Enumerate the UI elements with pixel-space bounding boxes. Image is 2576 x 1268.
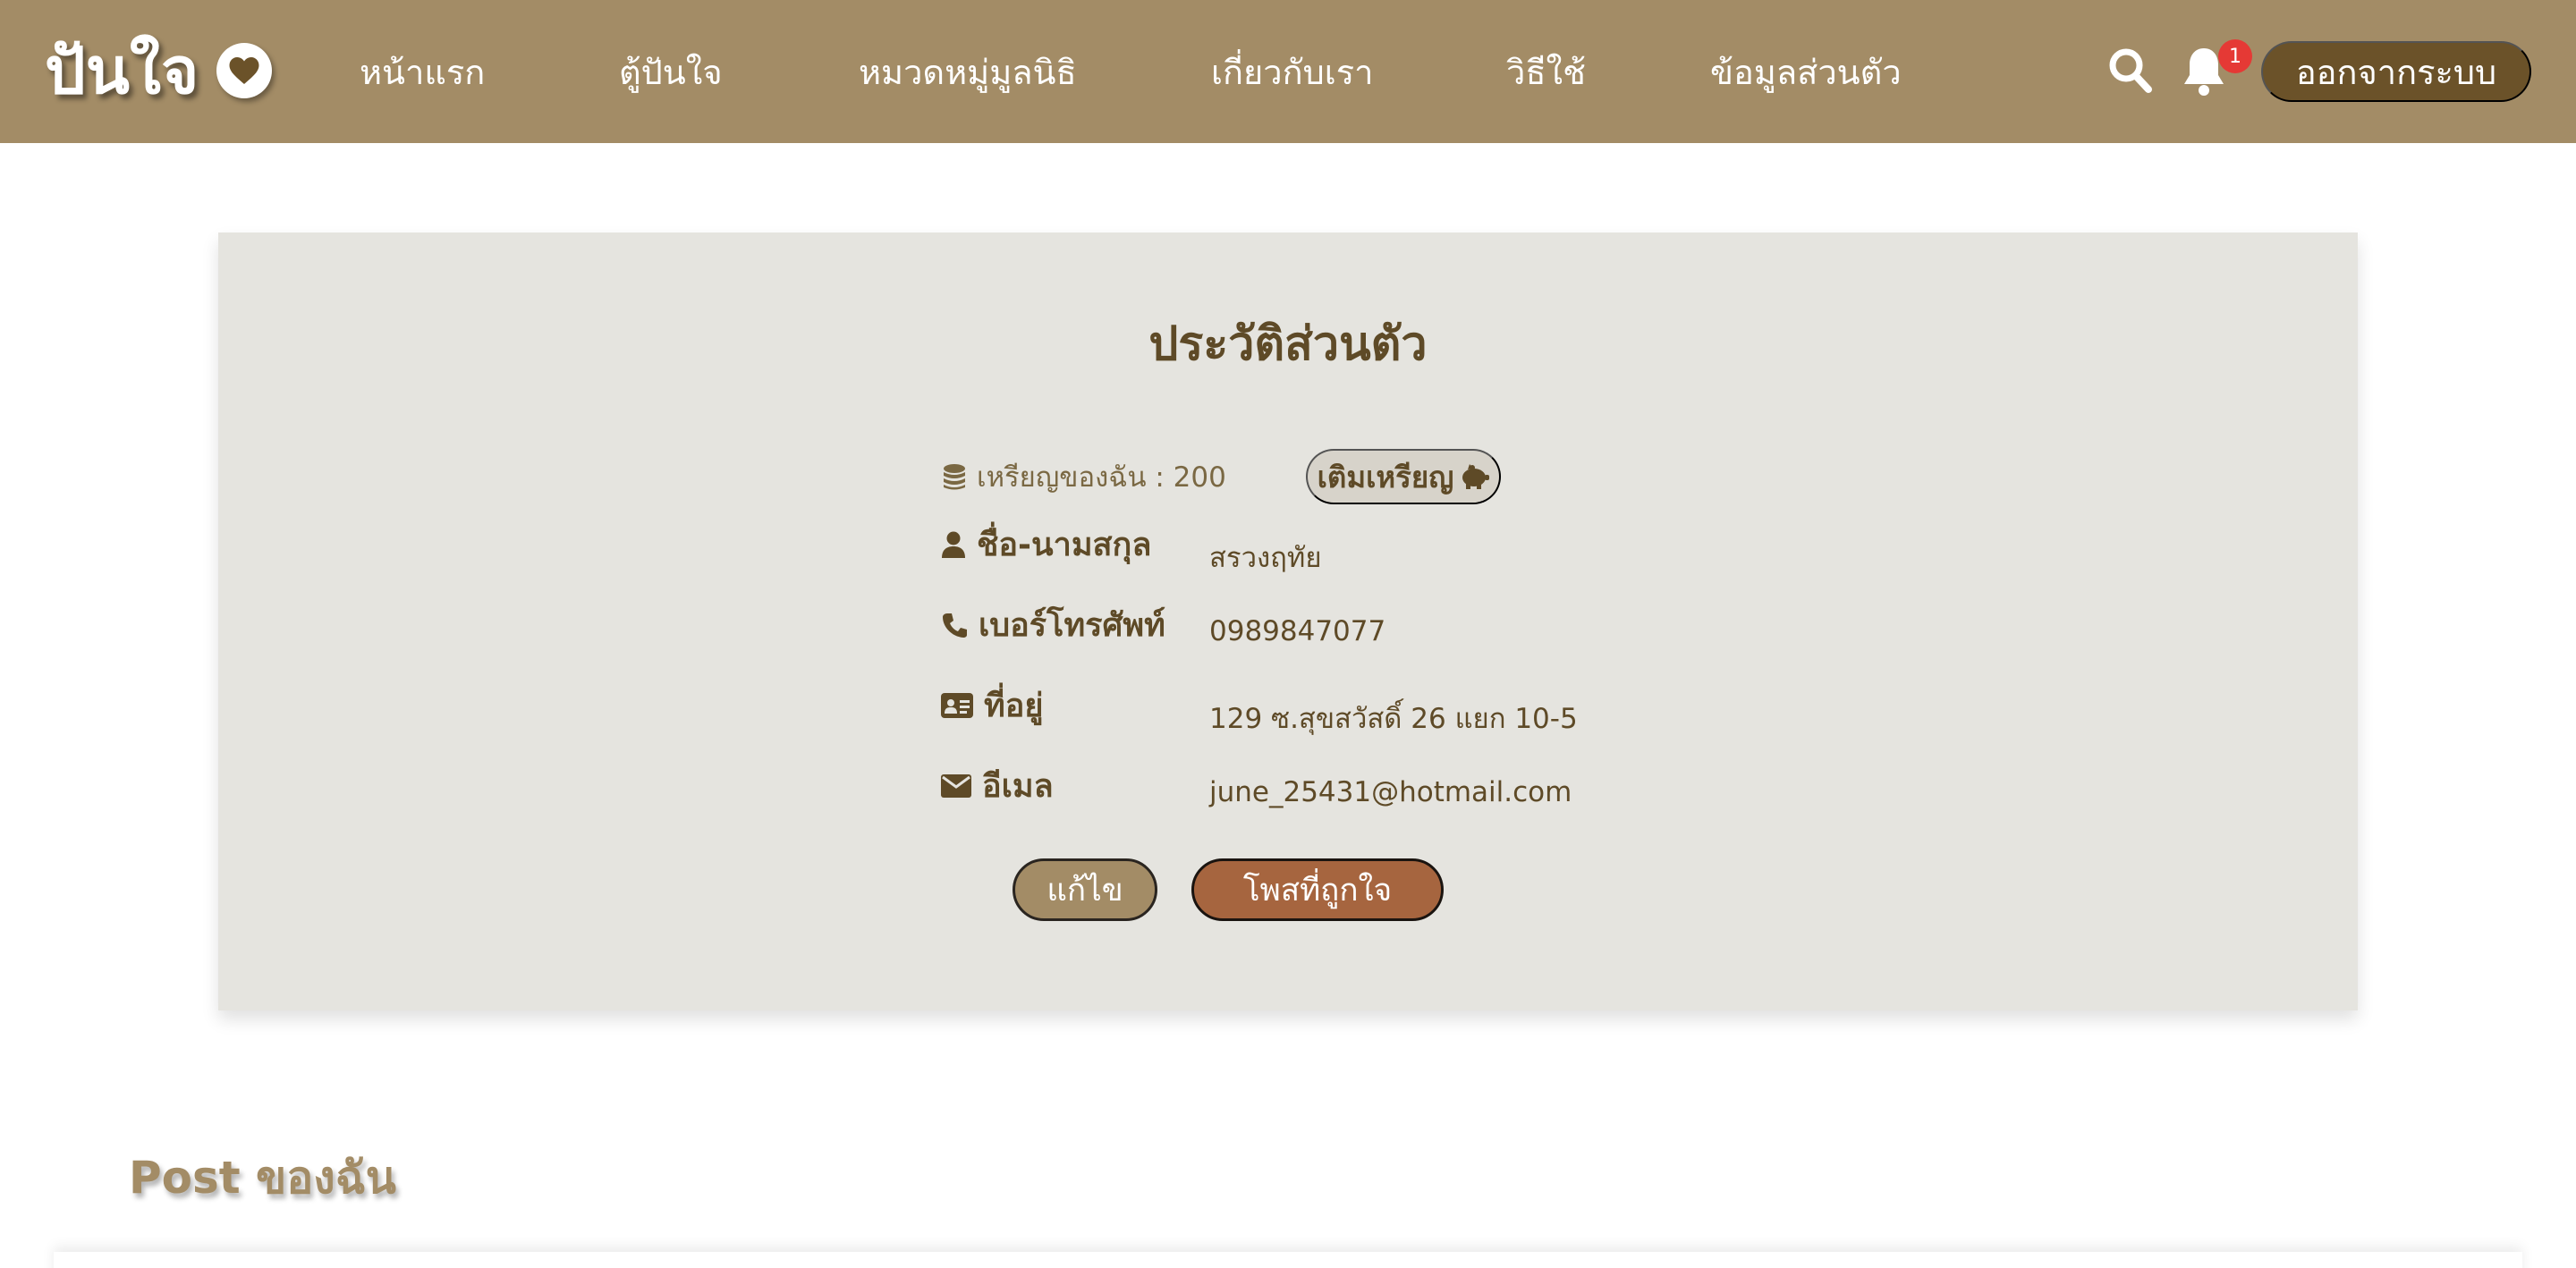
name-label: ชื่อ-นามสกุล bbox=[941, 519, 1151, 570]
email-value: june_25431@hotmail.com bbox=[1209, 776, 1572, 808]
site-logo[interactable]: ปันใจ bbox=[45, 30, 273, 111]
liked-posts-button[interactable]: โพสที่ถูกใจ bbox=[1191, 858, 1444, 921]
posts-container bbox=[54, 1252, 2522, 1268]
address-label: ที่อยู่ bbox=[941, 680, 1043, 731]
notification-badge: 1 bbox=[2218, 39, 2252, 73]
id-card-icon bbox=[941, 692, 973, 718]
coins-icon bbox=[941, 462, 968, 491]
page-title: ประวัติส่วนตัว bbox=[1148, 317, 1428, 371]
heart-icon bbox=[216, 43, 273, 98]
envelope-icon bbox=[941, 773, 971, 798]
phone-label-text: เบอร์โทรศัพท์ bbox=[979, 607, 1165, 644]
nav-share-box[interactable]: ตู้ปันใจ bbox=[619, 0, 723, 143]
piggy-bank-icon bbox=[1459, 463, 1490, 490]
coin-balance: เหรียญของฉัน : 200 bbox=[941, 454, 1226, 499]
top-navbar: ปันใจ หน้าแรก ตู้ปันใจ หมวดหมู่มูลนิธิ เ… bbox=[0, 0, 2576, 143]
nav-foundation-categories[interactable]: หมวดหมู่มูลนิธิ bbox=[859, 0, 1077, 143]
search-icon[interactable] bbox=[2107, 46, 2154, 97]
logout-button[interactable]: ออกจากระบบ bbox=[2261, 41, 2531, 102]
profile-card: ประวัติส่วนตัว เหรียญของฉัน : 200 เติมเห… bbox=[218, 232, 2358, 1010]
phone-label: เบอร์โทรศัพท์ bbox=[941, 599, 1165, 650]
logo-text: ปันใจ bbox=[45, 32, 199, 108]
user-icon bbox=[941, 531, 966, 558]
nav-how-to-use[interactable]: วิธีใช้ bbox=[1506, 0, 1586, 143]
phone-value: 0989847077 bbox=[1209, 615, 1386, 647]
name-label-text: ชื่อ-นามสกุล bbox=[977, 527, 1152, 563]
email-label-text: อีเมล bbox=[982, 768, 1054, 805]
nav-personal-info[interactable]: ข้อมูลส่วนตัว bbox=[1710, 0, 1902, 143]
address-value: 129 ซ.สุขสวัสดิ์ 26 แยก 10-5 bbox=[1209, 703, 1578, 735]
phone-icon bbox=[941, 612, 968, 638]
nav-home[interactable]: หน้าแรก bbox=[360, 0, 485, 143]
my-posts-heading: Post ของฉัน bbox=[129, 1152, 396, 1204]
top-up-label: เติมเหรียญ bbox=[1317, 460, 1454, 494]
address-label-text: ที่อยู่ bbox=[984, 688, 1044, 724]
top-up-coins-button[interactable]: เติมเหรียญ bbox=[1306, 449, 1501, 504]
edit-button[interactable]: แก้ไข bbox=[1013, 858, 1157, 921]
name-value: สรวงฤทัย bbox=[1209, 542, 1322, 574]
nav-about-us[interactable]: เกี่ยวกับเรา bbox=[1211, 0, 1373, 143]
email-label: อีเมล bbox=[941, 760, 1054, 811]
coin-balance-text: เหรียญของฉัน : 200 bbox=[977, 461, 1226, 494]
